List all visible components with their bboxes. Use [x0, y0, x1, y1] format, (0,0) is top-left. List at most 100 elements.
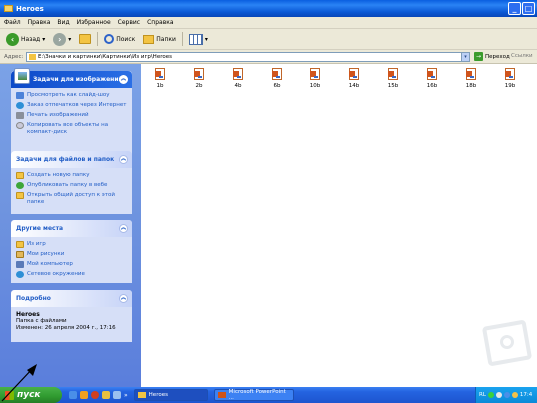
file-name: 6b	[273, 83, 281, 89]
up-button[interactable]	[77, 31, 93, 47]
place-label: Из игр	[27, 241, 46, 247]
go-arrow-icon: →	[474, 52, 483, 61]
back-button[interactable]: ‹ Назад ▾	[4, 31, 47, 47]
file-item[interactable]: 14b	[339, 68, 369, 89]
details-panel: Подробно ︽ Heroes Папка с файлами Измене…	[11, 290, 132, 342]
file-name: 10b	[309, 83, 321, 89]
file-tasks-body: Создать новую папку Опубликовать папку в…	[11, 168, 132, 213]
task-share-folder[interactable]: Открыть общий доступ к этой папке	[16, 192, 127, 205]
file-item[interactable]: 1b	[145, 68, 175, 89]
task-copy-to-cd[interactable]: Копировать все объекты на компакт-диск	[16, 122, 127, 135]
folders-label: Папки	[156, 35, 176, 43]
collapse-chevron-icon[interactable]: ︽	[119, 294, 128, 303]
collapse-chevron-icon[interactable]: ︽	[119, 224, 128, 233]
folder-icon	[16, 241, 24, 248]
go-label: Переход	[485, 53, 510, 60]
dropdown-arrow-icon: ▾	[204, 35, 208, 43]
file-item[interactable]: 16b	[417, 68, 447, 89]
image-tasks-body: Просмотреть как слайд-шоу Заказ отпечатк…	[11, 88, 132, 143]
powerpoint-file-icon	[155, 68, 165, 80]
file-item[interactable]: 18b	[456, 68, 486, 89]
file-item[interactable]: 6b	[262, 68, 292, 89]
tray-icon[interactable]	[511, 392, 518, 398]
image-tasks-header[interactable]: Задачи для изображений ︽	[11, 68, 132, 88]
window-title: Heroes	[16, 4, 44, 13]
dropdown-arrow-icon: ▾	[42, 35, 46, 43]
menu-tools[interactable]: Сервис	[118, 19, 140, 26]
menu-edit[interactable]: Правка	[28, 19, 51, 26]
place-label: Мой компьютер	[27, 261, 73, 267]
task-print-images[interactable]: Печать изображений	[16, 112, 127, 119]
powerpoint-file-icon	[466, 68, 476, 80]
file-name: 15b	[387, 83, 399, 89]
search-button[interactable]: Поиск	[102, 31, 137, 47]
maximize-button[interactable]: □	[522, 2, 535, 15]
tray-icon[interactable]	[495, 392, 502, 398]
toolbar-separator	[181, 32, 183, 46]
file-item[interactable]: 19b	[495, 68, 525, 89]
other-places-header[interactable]: Другие места ︽	[11, 220, 132, 237]
menu-view[interactable]: Вид	[57, 19, 69, 26]
file-item[interactable]: 10b	[300, 68, 330, 89]
share-folder-icon	[16, 192, 24, 199]
taskbar-powerpoint[interactable]: Microsoft PowerPoint ...	[213, 389, 294, 401]
task-order-prints[interactable]: Заказ отпечатков через Интернет	[16, 102, 127, 109]
place-network[interactable]: Сетевое окружение	[16, 271, 127, 278]
back-arrow-icon: ‹	[6, 32, 19, 46]
network-icon	[16, 271, 24, 278]
dropdown-arrow-icon: ▾	[68, 35, 72, 43]
place-my-pictures[interactable]: Мои рисунки	[16, 251, 127, 258]
file-tasks-header[interactable]: Задачи для файлов и папок ︽	[11, 151, 132, 168]
tray-icon[interactable]	[487, 392, 494, 398]
menu-help[interactable]: Справка	[147, 19, 173, 26]
file-name: 18b	[465, 83, 477, 89]
minimize-button[interactable]: _	[508, 2, 521, 15]
address-input[interactable]: E:\Значки и картинки\Картинки\Из игр\Her…	[26, 52, 470, 62]
watermark-logo	[481, 319, 533, 367]
shortcut-icon[interactable]	[113, 391, 121, 399]
publish-icon	[16, 182, 24, 189]
other-places-title: Другие места	[16, 225, 64, 232]
forward-button[interactable]: › ▾	[51, 31, 73, 47]
task-publish-web[interactable]: Опубликовать папку в вебе	[16, 182, 127, 189]
powerpoint-file-icon	[427, 68, 437, 80]
language-indicator[interactable]: RL	[479, 392, 486, 398]
browser-icon[interactable]	[91, 391, 99, 399]
place-my-computer[interactable]: Мой компьютер	[16, 261, 127, 268]
file-item[interactable]: 15b	[378, 68, 408, 89]
go-button[interactable]: → Переход	[474, 52, 510, 61]
file-item[interactable]: 4b	[223, 68, 253, 89]
image-tasks-panel: Задачи для изображений ︽ Просмотреть как…	[11, 68, 132, 161]
file-tasks-panel: Задачи для файлов и папок ︽ Создать нову…	[11, 151, 132, 214]
address-dropdown-button[interactable]: ▾	[461, 52, 470, 62]
image-tasks-title: Задачи для изображений	[33, 76, 123, 83]
desktop-icon[interactable]	[69, 391, 77, 399]
place-from-games[interactable]: Из игр	[16, 241, 127, 248]
collapse-chevron-icon[interactable]: ︽	[119, 75, 128, 84]
menu-favorites[interactable]: Избранное	[77, 19, 111, 26]
file-item[interactable]: 2b	[184, 68, 214, 89]
tray-icon[interactable]	[503, 392, 510, 398]
other-places-panel: Другие места ︽ Из игр Мои рисунки Мой ко…	[11, 220, 132, 283]
search-label: Поиск	[116, 35, 136, 43]
folders-button[interactable]: Папки	[141, 31, 178, 47]
file-name: 2b	[195, 83, 203, 89]
quick-launch-more[interactable]: »	[124, 392, 128, 399]
task-slideshow[interactable]: Просмотреть как слайд-шоу	[16, 92, 127, 99]
my-computer-icon	[16, 261, 24, 268]
taskbar-heroes[interactable]: Heroes	[133, 389, 208, 401]
links-label[interactable]: Ссылки	[511, 53, 533, 59]
file-view[interactable]: 1b 2b 4b 6b 10b 14b 15b 16b 18b 19b	[141, 64, 537, 387]
details-header[interactable]: Подробно ︽	[11, 290, 132, 307]
task-new-folder[interactable]: Создать новую папку	[16, 172, 127, 179]
collapse-chevron-icon[interactable]: ︽	[119, 155, 128, 164]
taskbar-label: Microsoft PowerPoint ...	[228, 389, 286, 401]
menu-file[interactable]: Файл	[4, 19, 21, 26]
place-label: Сетевое окружение	[27, 271, 85, 277]
explorer-icon[interactable]	[102, 391, 110, 399]
views-button[interactable]: ▾	[187, 31, 210, 47]
toolbar: ‹ Назад ▾ › ▾ Поиск Папки ▾	[0, 29, 537, 50]
other-places-body: Из игр Мои рисунки Мой компьютер Сетевое…	[11, 237, 132, 286]
media-player-icon[interactable]	[80, 391, 88, 399]
powerpoint-file-icon	[388, 68, 398, 80]
